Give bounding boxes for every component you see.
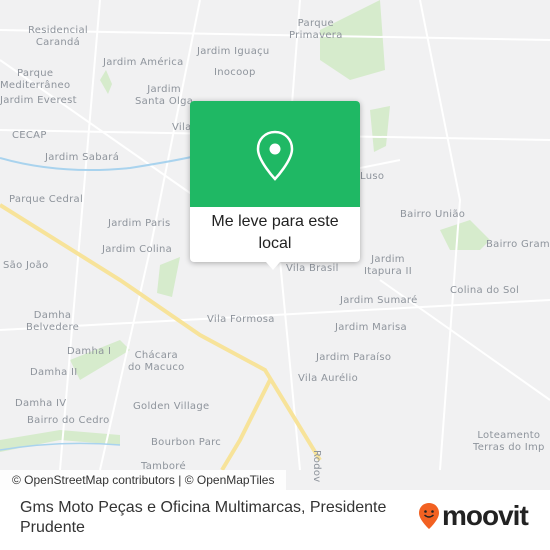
popup-tail bbox=[266, 262, 280, 270]
map-label: Damha Belvedere bbox=[26, 310, 80, 333]
map-label: Jardim Sabará bbox=[45, 152, 120, 163]
map-label: Jardim Paris bbox=[108, 218, 171, 229]
location-pin-icon bbox=[256, 130, 294, 181]
map-label: Jardim Sumaré bbox=[340, 295, 418, 306]
directions-popup[interactable]: Me leve para este local bbox=[190, 101, 360, 270]
map-label: Parque Cedral bbox=[9, 194, 84, 205]
map-label: Bairro União bbox=[400, 209, 466, 220]
map-label: Jardim Marisa bbox=[335, 322, 407, 333]
map-label: Damha I bbox=[67, 346, 112, 357]
map-label: Jardim América bbox=[103, 57, 184, 68]
map-label: Bairro do Cedro bbox=[27, 415, 110, 426]
map-label: Vila Formosa bbox=[207, 314, 275, 325]
map[interactable]: Residencial Carandá Parque Mediterrâneo … bbox=[0, 0, 550, 490]
map-label: Rodov bbox=[311, 450, 322, 483]
map-label: Luso bbox=[360, 171, 385, 182]
park bbox=[157, 257, 180, 297]
moovit-wordmark: moovit bbox=[442, 500, 529, 531]
map-label: Parque Primavera bbox=[289, 18, 343, 41]
map-label: Jardim Everest bbox=[0, 95, 77, 106]
map-label: Inocoop bbox=[214, 67, 256, 78]
park bbox=[0, 430, 120, 452]
map-label: CECAP bbox=[12, 130, 47, 141]
map-label: Damha IV bbox=[15, 398, 67, 409]
map-label: Damha II bbox=[30, 367, 78, 378]
map-label: Jardim Colina bbox=[102, 244, 173, 255]
map-label: Colina do Sol bbox=[450, 285, 520, 296]
map-label: São João bbox=[3, 260, 49, 271]
map-label: Residencial Carandá bbox=[28, 25, 88, 48]
map-label: Jardim Iguaçu bbox=[197, 46, 270, 57]
map-label: Jardim Paraíso bbox=[316, 352, 392, 363]
park bbox=[440, 220, 490, 250]
highway bbox=[220, 379, 272, 472]
map-label: Loteamento Terras do Imp bbox=[473, 430, 545, 453]
map-label: Vila Aurélio bbox=[298, 373, 358, 384]
place-title: Gms Moto Peças e Oficina Multimarcas, Pr… bbox=[20, 499, 387, 536]
map-label: Vila Brasil bbox=[286, 263, 339, 274]
map-label: Golden Village bbox=[133, 401, 210, 412]
map-label: Jardim Itapura II bbox=[364, 254, 412, 277]
map-attribution[interactable]: © OpenStreetMap contributors | © OpenMap… bbox=[0, 470, 287, 490]
moovit-logo: moovit bbox=[418, 500, 529, 532]
park bbox=[370, 106, 390, 152]
directions-button[interactable]: Me leve para este local bbox=[190, 207, 360, 255]
map-label: Jardim Santa Olga bbox=[135, 84, 194, 107]
moovit-pin-icon bbox=[419, 503, 439, 529]
map-label: Parque Mediterrâneo bbox=[0, 68, 71, 91]
map-label: Chácara do Macuco bbox=[128, 350, 185, 373]
map-label: Vila bbox=[172, 122, 192, 133]
park bbox=[100, 70, 112, 94]
map-label: Bourbon Parc bbox=[151, 437, 222, 448]
map-label: Bairro Gram bbox=[486, 239, 550, 250]
